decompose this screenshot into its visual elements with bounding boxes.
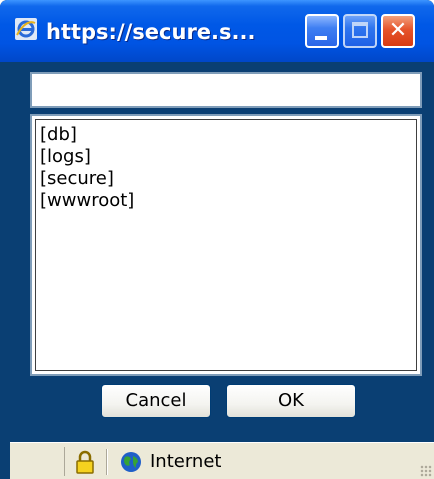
- minimize-icon: [315, 36, 327, 40]
- ok-button[interactable]: OK: [226, 384, 356, 418]
- dialog-window: https://secure.s... ✕ [db] [logs] [secur…: [0, 0, 434, 479]
- maximize-icon: [352, 22, 368, 38]
- globe-icon: [121, 452, 141, 472]
- list-item-secure[interactable]: [secure]: [40, 168, 416, 190]
- close-icon: ✕: [388, 18, 408, 43]
- list-item-wwwroot[interactable]: [wwwroot]: [40, 190, 416, 212]
- cancel-button[interactable]: Cancel: [101, 384, 211, 418]
- maximize-button[interactable]: [343, 14, 377, 48]
- folder-list-inner: [db] [logs] [secure] [wwwroot]: [35, 119, 417, 371]
- internet-explorer-icon: [15, 18, 37, 40]
- list-item-logs[interactable]: [logs]: [40, 146, 416, 168]
- folder-list[interactable]: [db] [logs] [secure] [wwwroot]: [30, 114, 422, 376]
- status-bar: Internet: [10, 442, 434, 479]
- window-title: https://secure.s...: [46, 20, 256, 44]
- path-input[interactable]: [30, 72, 422, 108]
- security-zone-label: Internet: [150, 451, 222, 472]
- list-item-db[interactable]: [db]: [40, 124, 416, 146]
- minimize-button[interactable]: [305, 14, 339, 48]
- resize-grip-icon[interactable]: [420, 465, 432, 477]
- close-button[interactable]: ✕: [381, 14, 415, 48]
- title-bar[interactable]: https://secure.s... ✕: [0, 0, 434, 62]
- status-separator: [106, 449, 108, 475]
- status-cell: [12, 447, 65, 476]
- lock-icon[interactable]: [74, 450, 96, 474]
